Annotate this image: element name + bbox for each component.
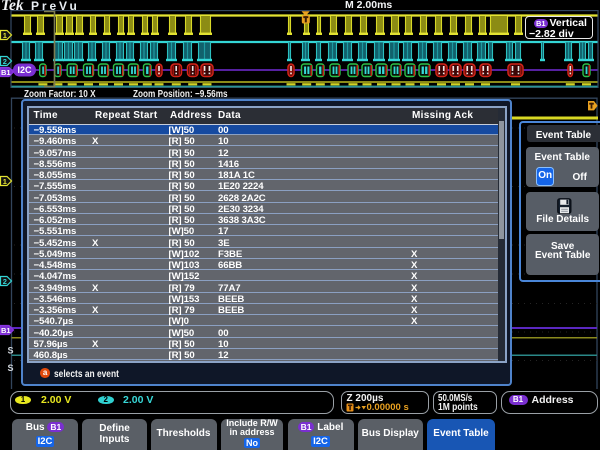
svg-text:2: 2	[3, 277, 7, 286]
svg-text:1: 1	[3, 31, 7, 40]
svg-text:B1: B1	[1, 326, 11, 335]
svg-text:B1: B1	[1, 68, 11, 77]
svg-text:I2C: I2C	[17, 65, 32, 75]
svg-text:S: S	[8, 346, 14, 356]
svg-text:2: 2	[3, 57, 7, 66]
svg-text:S: S	[8, 363, 14, 373]
svg-text:1: 1	[3, 177, 7, 186]
